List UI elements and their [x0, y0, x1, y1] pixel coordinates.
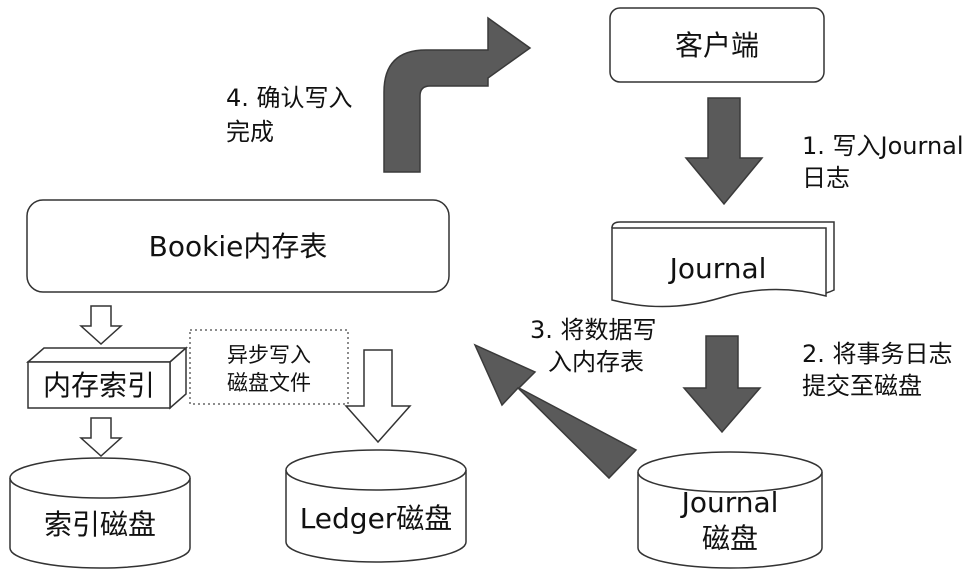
index-disk-label: 索引磁盘 — [44, 508, 156, 541]
index-disk-top — [9, 457, 191, 499]
to-mem-index-arrow — [79, 305, 123, 346]
async-write-line2: 磁盘文件 — [227, 371, 311, 395]
step4-label-line2: 完成 — [226, 118, 274, 146]
journal-label: Journal — [668, 252, 767, 285]
step3-label-line1: 3. 将数据写 — [530, 316, 657, 344]
step2-label-line2: 提交至磁盘 — [802, 372, 922, 400]
journal-disk-label-line1: Journal — [680, 486, 779, 519]
commit-log-arrow — [682, 335, 762, 434]
mem-index-box-top — [26, 347, 188, 363]
step1-label-line2: 日志 — [802, 164, 850, 192]
bookkeeper-write-flow-diagram: 客户端 Journal Journal 磁盘 Bookie内存表 内存索引 索引… — [9, 7, 964, 569]
step3-label-line2: 入内存表 — [548, 348, 644, 376]
step4-label-line1: 4. 确认写入 — [226, 84, 353, 112]
async-write-line1: 异步写入 — [227, 343, 311, 367]
client-label: 客户端 — [675, 29, 759, 62]
mem-index-label: 内存索引 — [43, 369, 155, 402]
to-ledger-disk-arrow — [344, 349, 412, 444]
step1-label-line1: 1. 写入Journal — [802, 132, 964, 160]
to-index-disk-arrow — [79, 417, 123, 458]
ledger-disk-top — [285, 449, 467, 491]
write-journal-arrow — [684, 97, 764, 206]
ledger-disk-label: Ledger磁盘 — [300, 502, 453, 535]
bookie-memtable-label: Bookie内存表 — [149, 230, 328, 263]
ack-write-arrow — [383, 16, 532, 173]
journal-disk-label-line2: 磁盘 — [702, 522, 758, 555]
step2-label-line1: 2. 将事务日志 — [802, 340, 953, 368]
